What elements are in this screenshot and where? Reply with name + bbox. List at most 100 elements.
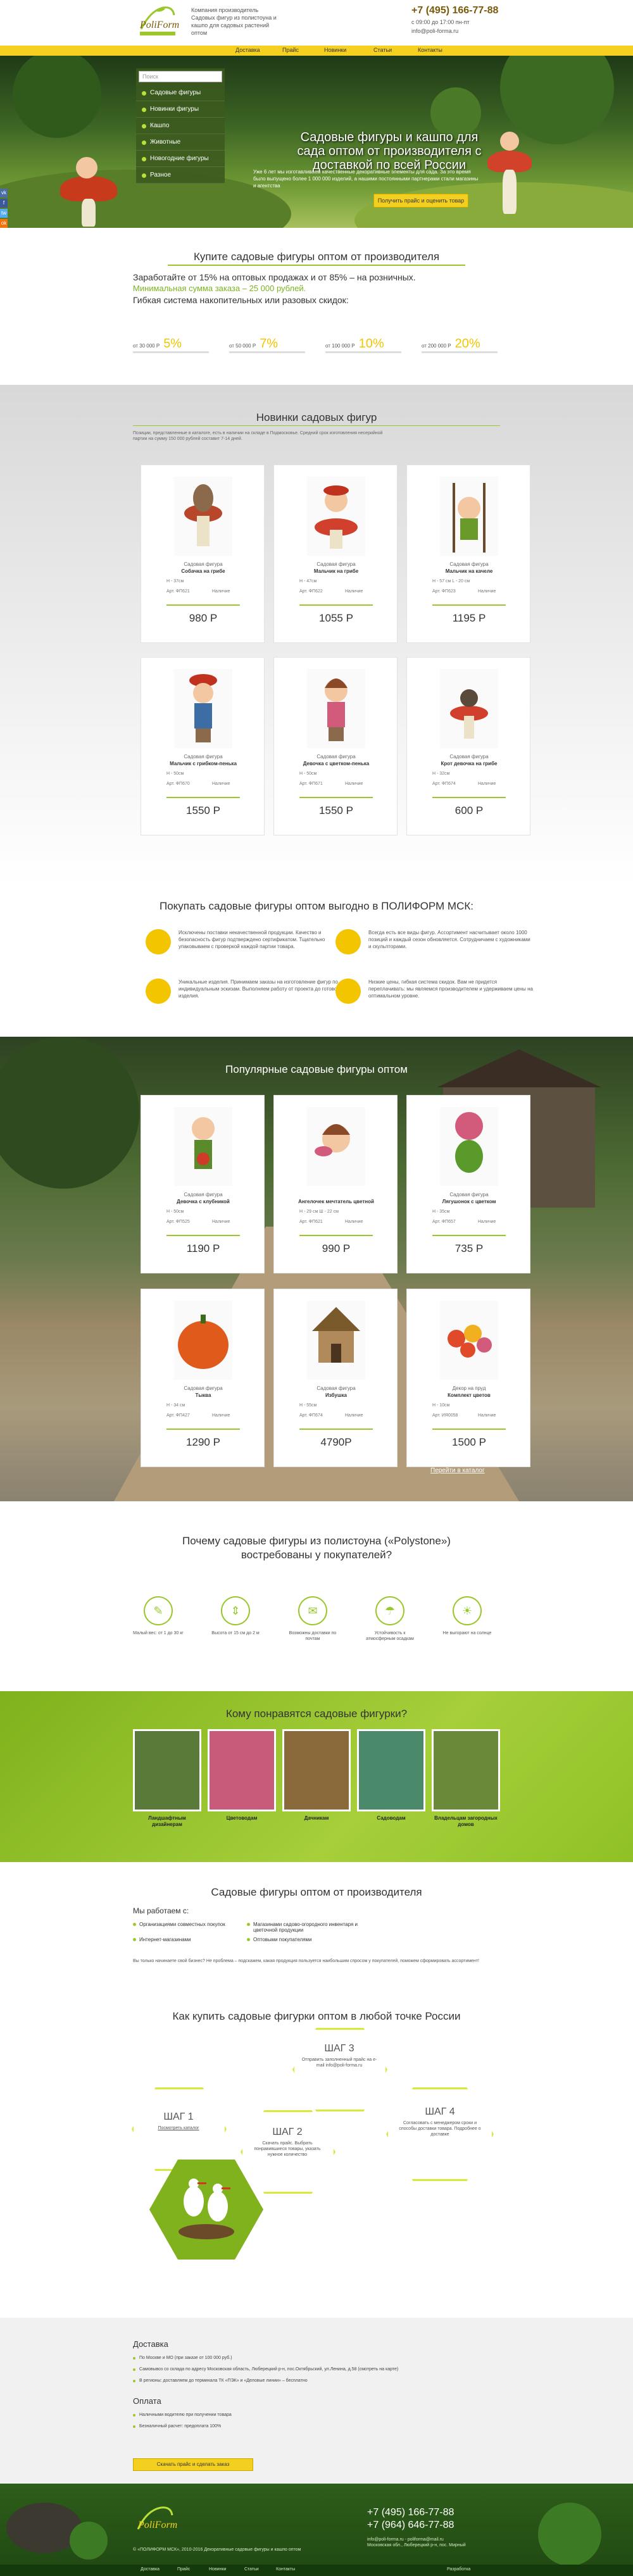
new-figures-title: Новинки садовых фигур bbox=[256, 411, 377, 423]
footer-nav-articles[interactable]: Статьи bbox=[244, 2567, 259, 2572]
header-phone[interactable]: +7 (495) 166-77-88 bbox=[411, 5, 498, 16]
category-animals[interactable]: Животные bbox=[136, 134, 225, 151]
list-item: Интернет-магазинами bbox=[133, 1937, 191, 1942]
product-card[interactable]: Садовая фигура Собачка на грибе Н - 37см… bbox=[141, 465, 265, 643]
product-card[interactable]: Садовая фигура Лягушонок с цветком Н - 3… bbox=[406, 1095, 530, 1273]
svg-text:PoliForm: PoliForm bbox=[137, 2520, 177, 2530]
product-card[interactable]: Садовая фигура Избушка Н - 55см Арт. ФП6… bbox=[273, 1289, 398, 1467]
unique-icon bbox=[146, 979, 171, 1004]
about-note: Вы только начинаете свой бизнес? Не проб… bbox=[133, 1959, 479, 1963]
product-price: 1500 Р bbox=[452, 1436, 486, 1448]
quality-icon bbox=[146, 929, 171, 954]
who-section: Кому понравятся садовые фигурки? Ландшаф… bbox=[0, 1691, 633, 1862]
hero-cta-button[interactable]: Получить прайс и оценить товар bbox=[373, 194, 468, 208]
who-photo bbox=[282, 1729, 351, 1811]
benefits-title: Покупать садовые фигуры оптом выгодно в … bbox=[160, 900, 473, 912]
header-about: Компания производитель Садовых фигур из … bbox=[191, 7, 277, 36]
twitter-icon[interactable]: tw bbox=[0, 209, 8, 218]
footer-phone-1[interactable]: +7 (495) 166-77-88 bbox=[367, 2506, 454, 2519]
footer-nav-delivery[interactable]: Доставка bbox=[141, 2567, 160, 2572]
product-image bbox=[174, 477, 232, 556]
wholesale-title: Купите садовые фигуры оптом от производи… bbox=[193, 251, 440, 263]
developer-link[interactable]: Разработка bbox=[447, 2567, 470, 2572]
product-card[interactable]: Садовая фигура Мальчик на качеле Н - 57 … bbox=[406, 465, 530, 643]
catalog-link[interactable]: Посмотреть каталог bbox=[141, 2125, 216, 2131]
poliform-logo[interactable]: PoliForm bbox=[135, 4, 185, 39]
step-4: ШАГ 4 Согласовать с менеджером сроки и сп… bbox=[399, 2106, 481, 2137]
popular-section: Популярные садовые фигуры оптом Садовая … bbox=[0, 1037, 633, 1501]
footer-phone-2[interactable]: +7 (964) 646-77-88 bbox=[367, 2519, 454, 2532]
product-card[interactable]: Ангелочек мечтатель цветной Н - 29 см Ш … bbox=[273, 1095, 398, 1273]
footer-nav-price[interactable]: Прайс bbox=[177, 2567, 190, 2572]
go-to-catalog-link[interactable]: Перейти в каталог bbox=[430, 1467, 485, 1474]
vk-icon[interactable]: vk bbox=[0, 189, 8, 197]
payment-item: Безналичный расчет: предоплата 100% bbox=[133, 2424, 221, 2429]
product-image bbox=[174, 1301, 232, 1380]
footer-nav-contacts[interactable]: Контакты bbox=[276, 2567, 295, 2572]
nav-new[interactable]: Новинки bbox=[324, 47, 346, 53]
nav-contacts[interactable]: Контакты bbox=[418, 47, 442, 53]
who-item: Владельцам загородных домов bbox=[432, 1729, 500, 1828]
title-underline bbox=[133, 425, 500, 426]
footer-nav-new[interactable]: Новинки bbox=[209, 2567, 226, 2572]
product-image bbox=[440, 1301, 498, 1380]
hero-lead: Уже 6 лет мы изготавливаем качественные … bbox=[253, 169, 479, 189]
product-price: 1055 Р bbox=[319, 612, 353, 624]
product-price: 990 Р bbox=[322, 1242, 351, 1254]
why-item: ☀ Не выгорают на солнце bbox=[442, 1596, 492, 1636]
product-image bbox=[307, 669, 365, 748]
step-2: ШАГ 2 Скачать прайс. Выбрать понравившиес… bbox=[254, 2127, 321, 2157]
product-card[interactable]: Декор на пруд Комплект цветов Н - 10см А… bbox=[406, 1289, 530, 1467]
header-email[interactable]: info@poli-forma.ru bbox=[411, 28, 458, 34]
product-card[interactable]: Садовая фигура Крот девочка на грибе Н -… bbox=[406, 657, 530, 835]
search-input[interactable]: Поиск bbox=[139, 71, 222, 82]
odnoklassniki-icon[interactable]: ok bbox=[0, 219, 8, 228]
discount-tier: от 100 000 Р 10% bbox=[325, 337, 401, 353]
product-price: 1550 Р bbox=[319, 804, 353, 816]
list-item: Магазинами садово-огородного инвентаря и… bbox=[247, 1922, 373, 1933]
delivery-item: Самовывоз со склада по адресу Московская… bbox=[133, 2367, 398, 2372]
facebook-icon[interactable]: f bbox=[0, 199, 8, 208]
umbrella-icon: ☂ bbox=[375, 1596, 404, 1625]
who-photo bbox=[432, 1729, 500, 1811]
who-item: Садоводам bbox=[357, 1729, 425, 1822]
hero-figure-mushroom bbox=[487, 132, 532, 214]
step-hex bbox=[292, 2028, 387, 2111]
header-hours: с 09:00 до 17:00 пн-пт bbox=[411, 19, 470, 25]
product-card[interactable]: Садовая фигура Тыква Н - 34 см Арт. ФП42… bbox=[141, 1289, 265, 1467]
site-footer: PoliForm © «ПОЛИФОРМ МСК», 2010-2016 Дек… bbox=[0, 2484, 633, 2576]
product-price: 1195 Р bbox=[452, 612, 486, 624]
payment-title: Оплата bbox=[133, 2396, 161, 2406]
category-pots[interactable]: Кашпо bbox=[136, 118, 225, 134]
footer-phones: +7 (495) 166-77-88 +7 (964) 646-77-88 bbox=[367, 2506, 454, 2532]
why-item: ✉ Возможны доставки по почтам bbox=[287, 1596, 338, 1642]
delivery-item: В регионы: доставляем до терминала ТК «П… bbox=[133, 2379, 308, 2383]
product-price: 1550 Р bbox=[186, 804, 220, 816]
product-card[interactable]: Садовая фигура Девочка с цветком-пенька … bbox=[273, 657, 398, 835]
footer-copyright: © «ПОЛИФОРМ МСК», 2010-2016 Декоративные… bbox=[133, 2548, 301, 2552]
product-price: 4790Р bbox=[320, 1436, 352, 1448]
footer-logo[interactable]: PoliForm bbox=[133, 2503, 190, 2541]
step-3: ШАГ 3 Отправить заполненный прайс на e-ma… bbox=[301, 2043, 377, 2068]
product-image bbox=[307, 1107, 365, 1186]
new-figures-note: Позиции, представленные в каталоге, есть… bbox=[133, 431, 383, 441]
product-image bbox=[174, 669, 232, 748]
nav-articles[interactable]: Статьи bbox=[373, 47, 392, 53]
product-card[interactable]: Садовая фигура Девочка с клубникой Н - 5… bbox=[141, 1095, 265, 1273]
category-garden-figures[interactable]: Садовые фигуры bbox=[136, 85, 225, 101]
discount-tier: от 50 000 Р 7% bbox=[229, 337, 305, 353]
nav-price[interactable]: Прайс bbox=[282, 47, 299, 53]
category-newyear[interactable]: Новогодние фигуры bbox=[136, 151, 225, 167]
stock-icon bbox=[335, 929, 361, 954]
download-price-button[interactable]: Скачать прайс и сделать заказ bbox=[133, 2458, 253, 2471]
product-card[interactable]: Садовая фигура Мальчик с грибком-пенька … bbox=[141, 657, 265, 835]
category-misc[interactable]: Разное bbox=[136, 167, 225, 184]
nav-delivery[interactable]: Доставка bbox=[235, 47, 260, 53]
height-icon: ⇕ bbox=[221, 1596, 250, 1625]
product-card[interactable]: Садовая фигура Мальчик на грибе Н - 47см… bbox=[273, 465, 398, 643]
discount-tier: от 200 000 Р 20% bbox=[422, 337, 498, 353]
product-image bbox=[440, 669, 498, 748]
who-photo bbox=[133, 1729, 201, 1811]
category-new[interactable]: Новинки фигуры bbox=[136, 101, 225, 118]
product-image bbox=[440, 477, 498, 556]
